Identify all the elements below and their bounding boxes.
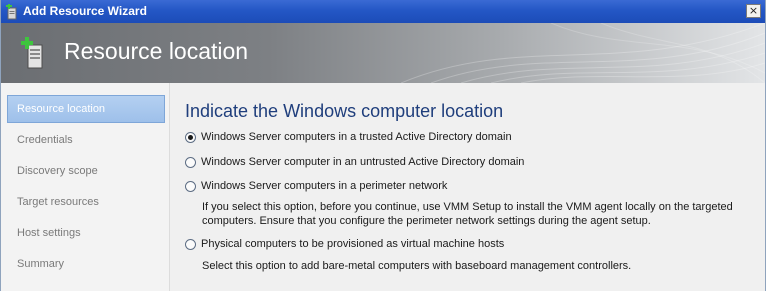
nav-item-credentials[interactable]: Credentials: [7, 126, 165, 154]
radio-perimeter-network[interactable]: [185, 181, 196, 192]
nav-item-target-resources[interactable]: Target resources: [7, 188, 165, 216]
nav-item-discovery-scope[interactable]: Discovery scope: [7, 157, 165, 185]
add-server-icon: [5, 3, 19, 20]
wizard-header: Resource location: [1, 23, 765, 83]
nav-item-host-settings[interactable]: Host settings: [7, 219, 165, 247]
page-title: Resource location: [64, 38, 249, 64]
option-description: If you select this option, before you co…: [202, 201, 733, 213]
section-heading: Indicate the Windows computer location: [185, 101, 504, 121]
option-description: computers. Ensure that you configure the…: [202, 215, 651, 227]
radio-trusted-domain[interactable]: [185, 132, 196, 143]
radio-physical-computers[interactable]: [185, 239, 196, 250]
option-label: Windows Server computer in an untrusted …: [201, 156, 525, 168]
wizard-steps-nav: Resource location Credentials Discovery …: [1, 83, 170, 291]
option-label: Windows Server computers in a perimeter …: [201, 180, 448, 192]
nav-item-resource-location[interactable]: Resource location: [7, 95, 165, 123]
option-label: Windows Server computers in a trusted Ac…: [201, 131, 512, 143]
wizard-window: Add Resource Wizard × Resource location: [0, 0, 766, 291]
nav-item-summary[interactable]: Summary: [7, 250, 165, 278]
main-content: Indicate the Windows computer location W…: [170, 83, 765, 291]
option-description: Select this option to add bare-metal com…: [202, 260, 632, 272]
radio-untrusted-domain[interactable]: [185, 157, 196, 168]
option-label: Physical computers to be provisioned as …: [201, 238, 505, 250]
add-server-icon: [19, 36, 47, 70]
window-title: Add Resource Wizard: [23, 4, 147, 18]
close-button[interactable]: ×: [746, 4, 761, 18]
header-decoration: [401, 23, 765, 83]
title-bar[interactable]: Add Resource Wizard ×: [1, 0, 765, 23]
close-icon: ×: [748, 4, 759, 17]
